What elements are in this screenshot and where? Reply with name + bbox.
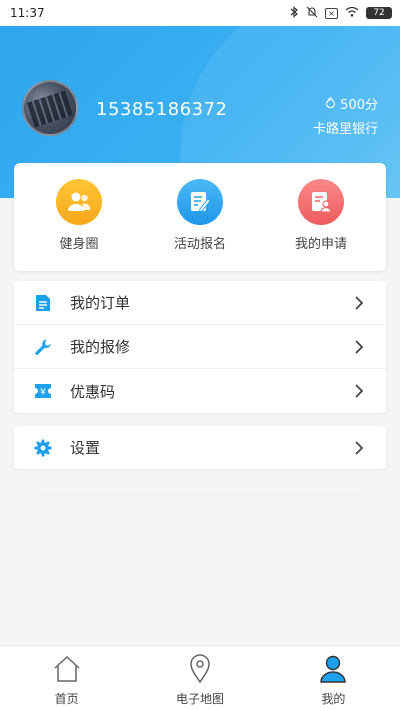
avatar[interactable] bbox=[22, 80, 78, 136]
tab-map[interactable]: 电子地图 bbox=[133, 646, 266, 711]
shortcut-card: 健身圈 活动报名 我的申请 bbox=[14, 163, 386, 271]
user-icon bbox=[318, 654, 348, 684]
menu-item-my-orders[interactable]: 我的订单 bbox=[14, 281, 386, 325]
menu-label: 我的报修 bbox=[70, 338, 131, 356]
user-phone: 15385186372 bbox=[96, 99, 228, 120]
flame-icon bbox=[325, 96, 336, 111]
menu-label: 优惠码 bbox=[70, 382, 116, 401]
coupon-icon: ¥ bbox=[34, 382, 52, 400]
shortcut-fitness-circle[interactable]: 健身圈 bbox=[24, 179, 134, 271]
battery-icon: 72 bbox=[366, 7, 392, 19]
shortcut-label: 我的申请 bbox=[294, 237, 347, 252]
menu-label: 设置 bbox=[70, 439, 101, 457]
shortcut-activity-signup[interactable]: 活动报名 bbox=[145, 179, 255, 271]
menu-label: 我的订单 bbox=[70, 294, 131, 312]
mute-icon bbox=[306, 6, 318, 21]
menu-card: 我的订单 我的报修 ¥ 优惠码 bbox=[14, 281, 386, 413]
calorie-bank-label: 卡路里银行 bbox=[312, 122, 378, 137]
shortcut-label: 活动报名 bbox=[173, 237, 226, 252]
home-icon bbox=[52, 654, 82, 684]
chevron-right-icon bbox=[355, 339, 364, 354]
bluetooth-icon bbox=[290, 5, 299, 21]
status-time: 11:37 bbox=[10, 6, 45, 20]
status-bar: 11:37 × 72 bbox=[0, 0, 400, 26]
tab-label: 我的 bbox=[321, 692, 346, 706]
wrench-icon bbox=[34, 338, 52, 356]
order-icon bbox=[34, 294, 52, 312]
svg-text:¥: ¥ bbox=[40, 388, 46, 398]
settings-card: 设置 bbox=[14, 426, 386, 469]
tab-home[interactable]: 首页 bbox=[0, 646, 133, 711]
points-panel[interactable]: 500分 卡路里银行 bbox=[313, 94, 378, 137]
gear-icon bbox=[34, 439, 52, 457]
points-value: 500分 bbox=[340, 98, 378, 113]
chevron-right-icon bbox=[355, 384, 364, 398]
signal-x-icon: × bbox=[325, 7, 338, 19]
divider bbox=[40, 494, 360, 495]
tab-mine[interactable]: 我的 bbox=[267, 646, 400, 711]
tab-label: 电子地图 bbox=[175, 692, 224, 706]
my-application-icon bbox=[298, 179, 344, 225]
menu-item-coupon-code[interactable]: ¥ 优惠码 bbox=[14, 369, 386, 413]
menu-item-my-repairs[interactable]: 我的报修 bbox=[14, 325, 386, 369]
tab-label: 首页 bbox=[54, 692, 79, 706]
shortcut-label: 健身圈 bbox=[59, 237, 99, 252]
shortcut-my-application[interactable]: 我的申请 bbox=[266, 179, 376, 271]
chevron-right-icon bbox=[355, 440, 364, 455]
map-pin-icon bbox=[185, 654, 215, 684]
wifi-icon bbox=[345, 6, 359, 20]
menu-item-settings[interactable]: 设置 bbox=[14, 426, 386, 469]
activity-signup-icon bbox=[177, 179, 223, 225]
status-icons: × 72 bbox=[290, 5, 392, 21]
fitness-circle-icon bbox=[56, 179, 102, 225]
bottom-tab-bar: 首页 电子地图 我的 bbox=[0, 645, 400, 711]
chevron-right-icon bbox=[355, 295, 364, 310]
